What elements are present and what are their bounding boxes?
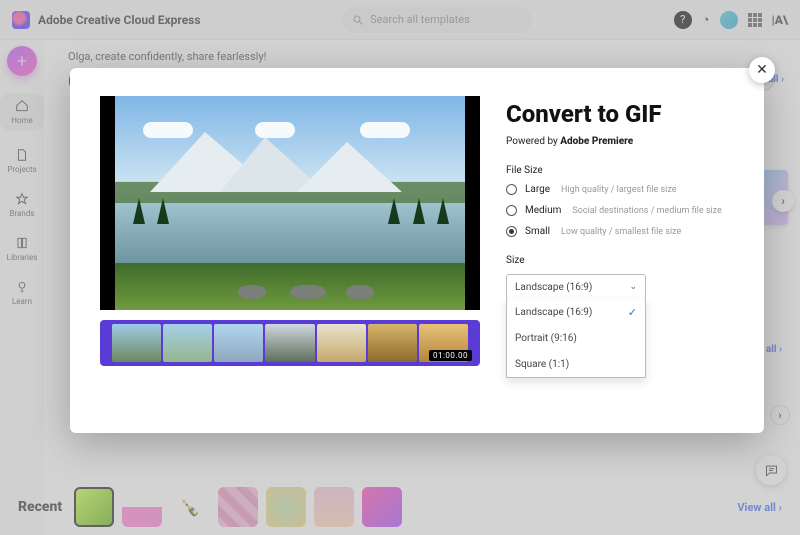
preview-column: 01:00.00 — [100, 96, 480, 409]
filmstrip-frame[interactable] — [265, 324, 314, 362]
option-hint: Low quality / smallest file size — [561, 227, 681, 237]
check-icon: ✓ — [628, 306, 637, 319]
filmstrip[interactable]: 01:00.00 — [100, 320, 480, 366]
modal-title: Convert to GIF — [506, 100, 734, 128]
radio-icon — [506, 205, 517, 216]
powered-brand: Adobe Premiere — [560, 136, 633, 147]
option-label: Landscape (16:9) — [515, 307, 592, 318]
option-label: Square (1:1) — [515, 359, 569, 370]
size-option-landscape[interactable]: Landscape (16:9) ✓ — [507, 299, 645, 325]
filmstrip-frame[interactable] — [112, 324, 161, 362]
size-option-portrait[interactable]: Portrait (9:16) — [507, 325, 645, 351]
file-size-medium[interactable]: Medium Social destinations / medium file… — [506, 205, 734, 216]
powered-by: Powered by Adobe Premiere — [506, 136, 734, 147]
close-icon: ✕ — [756, 62, 768, 78]
powered-pre: Powered by — [506, 136, 560, 147]
filmstrip-frame[interactable] — [368, 324, 417, 362]
size-select[interactable]: Landscape (16:9) ⌄ Landscape (16:9) ✓ Po… — [506, 274, 646, 300]
convert-to-gif-modal: ✕ 01:00.00 Convert to GIF — [70, 68, 764, 433]
trim-handle-left[interactable] — [104, 324, 110, 362]
file-size-large[interactable]: Large High quality / largest file size — [506, 184, 734, 195]
filmstrip-frame[interactable] — [317, 324, 366, 362]
video-preview[interactable] — [100, 96, 480, 310]
file-size-options: Large High quality / largest file size M… — [506, 184, 734, 237]
radio-icon — [506, 184, 517, 195]
preview-image — [115, 96, 465, 310]
size-selected-value: Landscape (16:9) — [515, 282, 592, 293]
close-button[interactable]: ✕ — [749, 57, 775, 83]
option-label: Portrait (9:16) — [515, 333, 577, 344]
size-dropdown: Landscape (16:9) ✓ Portrait (9:16) Squar… — [506, 299, 646, 378]
timecode: 01:00.00 — [429, 350, 472, 361]
option-hint: Social destinations / medium file size — [572, 206, 721, 216]
file-size-small[interactable]: Small Low quality / smallest file size — [506, 226, 734, 237]
size-label: Size — [506, 255, 734, 266]
option-label: Large — [525, 184, 550, 195]
filmstrip-frame[interactable] — [163, 324, 212, 362]
file-size-label: File Size — [506, 165, 734, 176]
radio-icon — [506, 226, 517, 237]
size-option-square[interactable]: Square (1:1) — [507, 351, 645, 377]
option-hint: High quality / largest file size — [561, 185, 676, 195]
chevron-down-icon: ⌄ — [629, 282, 637, 292]
settings-column: Convert to GIF Powered by Adobe Premiere… — [506, 96, 734, 409]
option-label: Medium — [525, 205, 561, 216]
filmstrip-frame[interactable] — [214, 324, 263, 362]
option-label: Small — [525, 226, 550, 237]
